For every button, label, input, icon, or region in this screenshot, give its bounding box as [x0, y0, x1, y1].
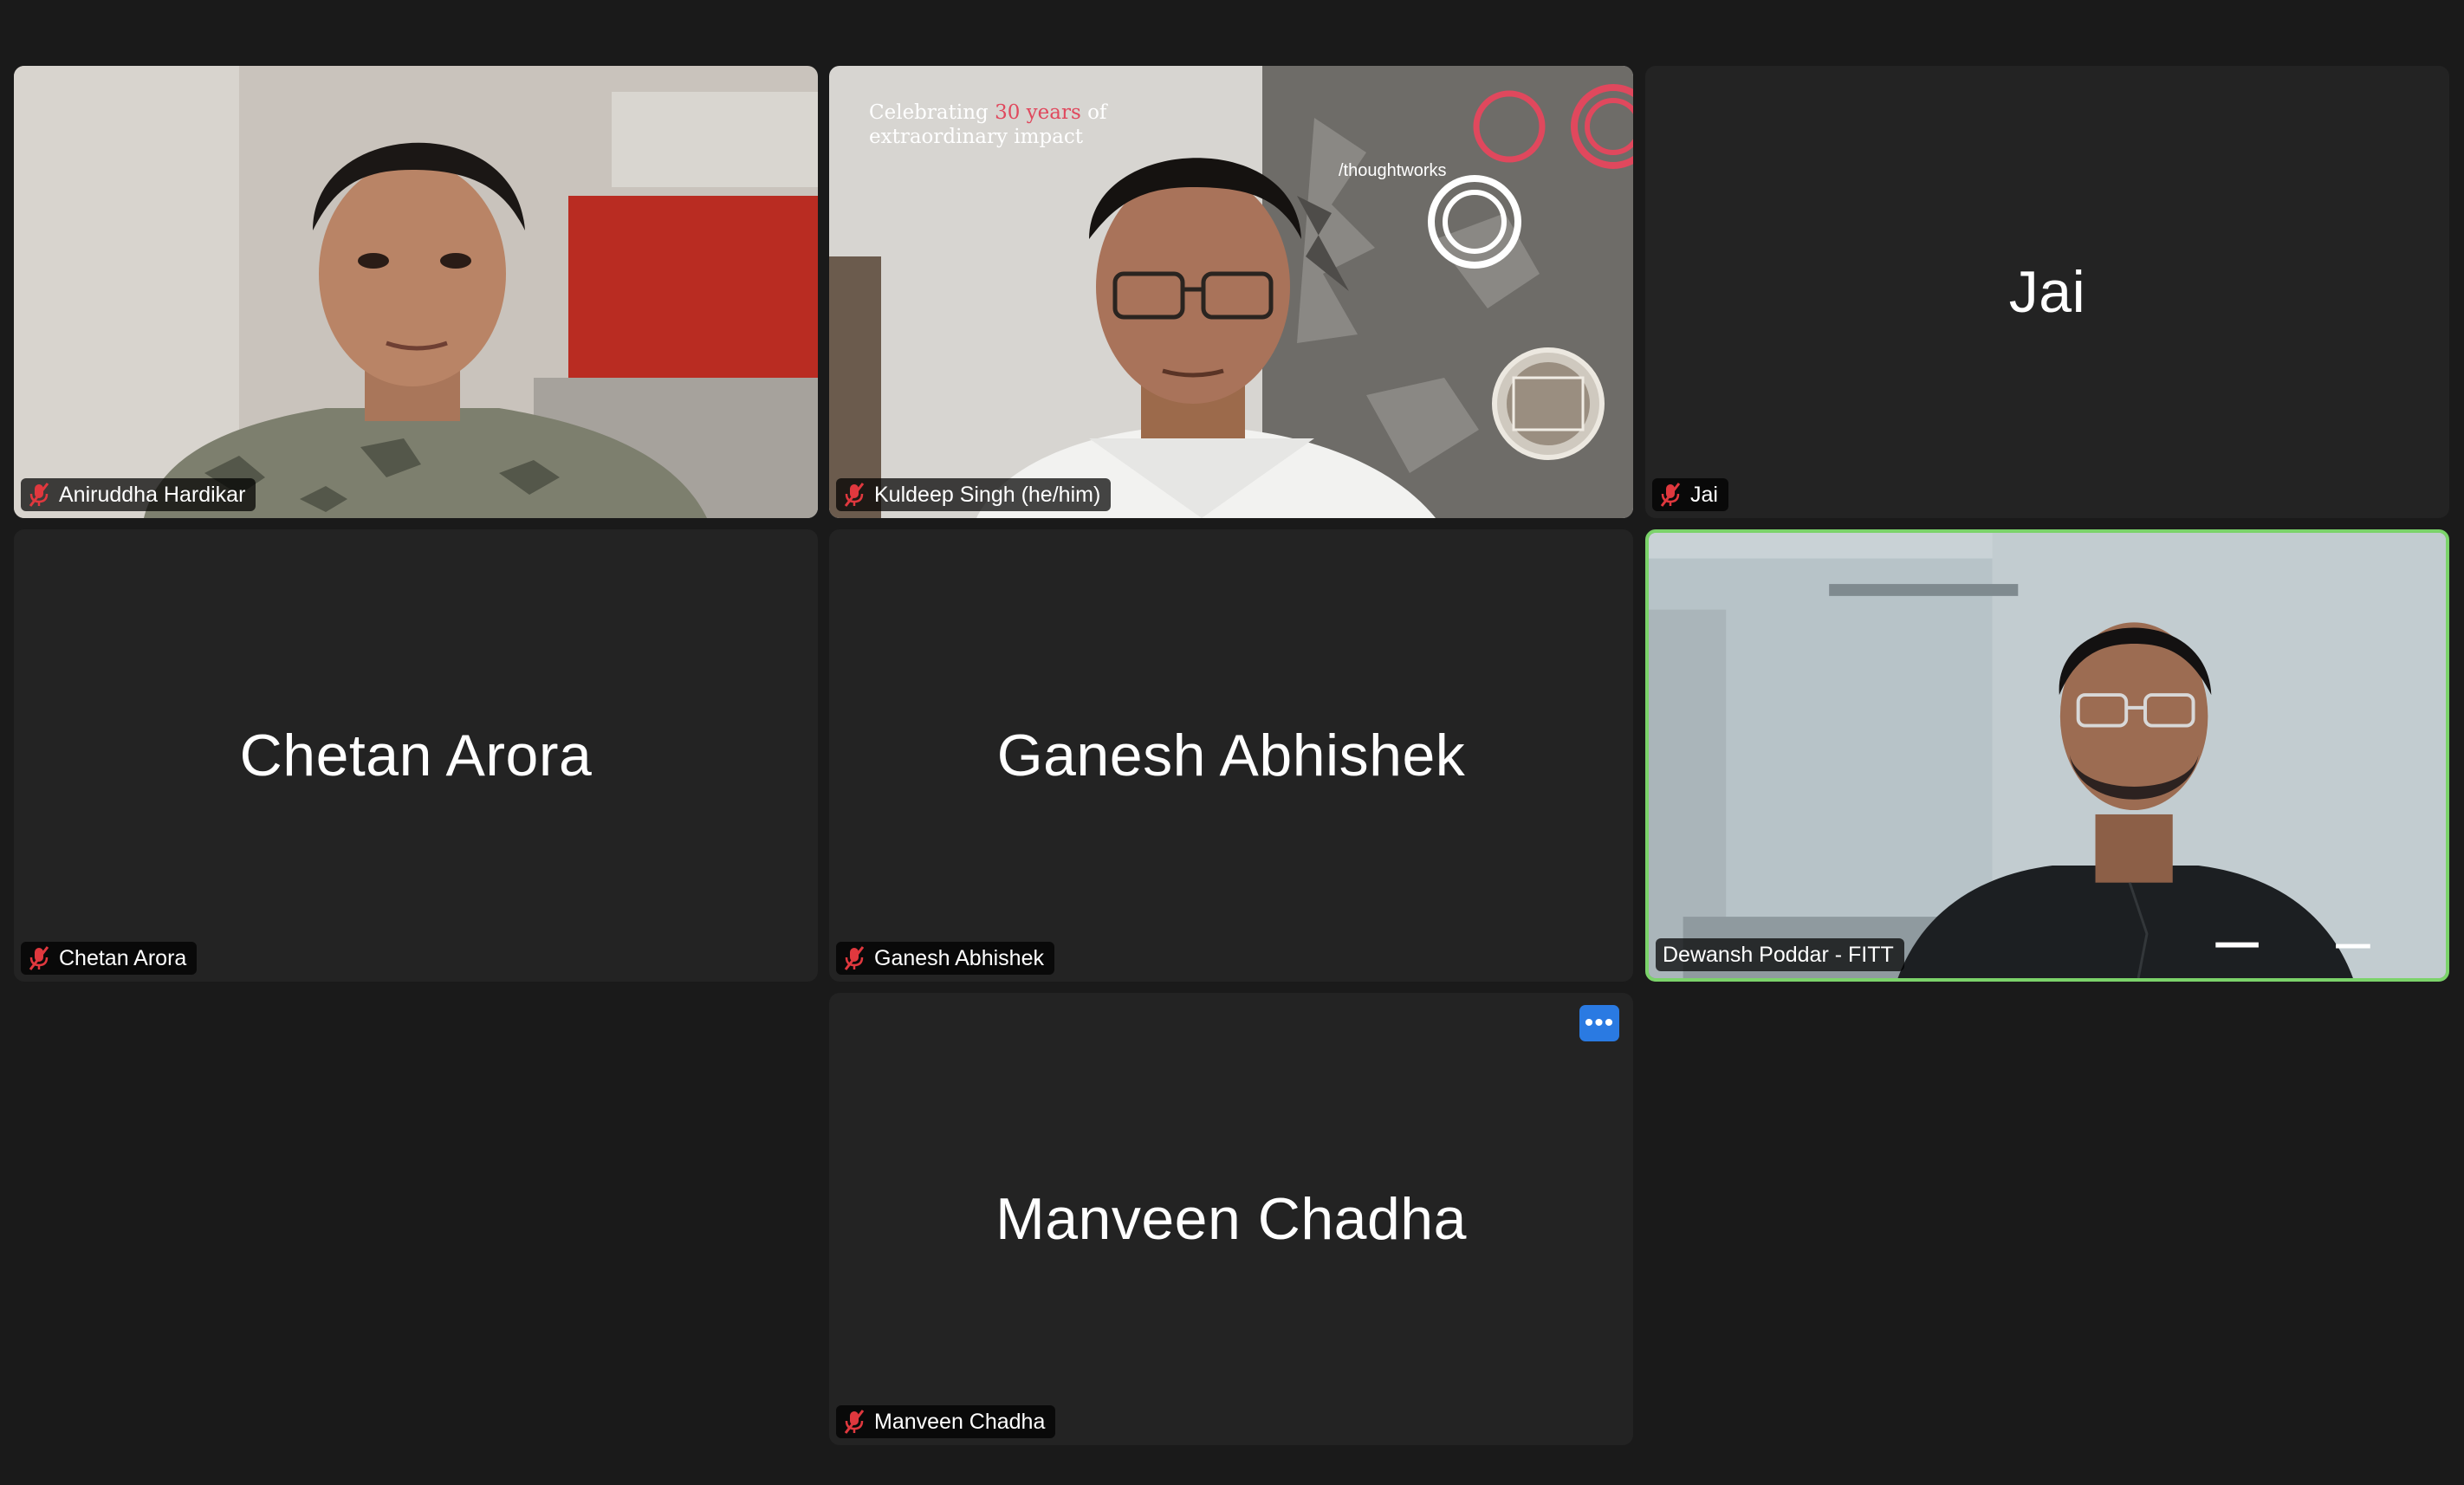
participant-tile-manveen[interactable]: ••• Manveen Chadha Manveen Chadha [829, 993, 1633, 1445]
participant-name-tag: Chetan Arora [21, 942, 198, 975]
participant-tile-ganesh[interactable]: Ganesh Abhishek Ganesh Abhishek [829, 529, 1633, 982]
participant-name: Manveen Chadha [874, 1409, 1046, 1434]
muted-mic-icon [844, 1410, 865, 1434]
muted-mic-icon [844, 946, 865, 970]
participant-tile-kuldeep[interactable]: Celebrating 30 years of extraordinary im… [829, 66, 1633, 518]
participant-video [14, 66, 818, 518]
participant-name-tag: Dewansh Poddar - FITT [1656, 938, 1904, 971]
participant-tile-dewansh[interactable]: Dewansh Poddar - FITT [1645, 529, 2449, 982]
participant-tile-jai[interactable]: Jai Jai [1645, 66, 2449, 518]
more-options-button[interactable]: ••• [1579, 1005, 1619, 1041]
participant-tile-chetan[interactable]: Chetan Arora Chetan Arora [14, 529, 818, 982]
muted-mic-icon [29, 946, 49, 970]
participant-name-tag: Kuldeep Singh (he/him) [836, 478, 1112, 511]
muted-mic-icon [29, 483, 49, 507]
participant-tile-aniruddha[interactable]: Aniruddha Hardikar [14, 66, 818, 518]
participant-name: Jai [1690, 482, 1718, 507]
top-bar [0, 0, 2464, 52]
muted-mic-icon [1660, 483, 1681, 507]
virtual-background-banner: Celebrating 30 years of extraordinary im… [869, 101, 1107, 148]
participant-display-name: Chetan Arora [239, 723, 593, 788]
participant-name: Chetan Arora [59, 945, 187, 970]
participant-video [1649, 533, 2446, 978]
participant-name: Kuldeep Singh (he/him) [874, 482, 1101, 507]
participant-display-name: Ganesh Abhishek [996, 723, 1466, 788]
muted-mic-icon [844, 483, 865, 507]
brand-logo: /thoughtworks [1339, 161, 1447, 180]
participant-name-tag: Aniruddha Hardikar [21, 478, 256, 511]
participant-name: Ganesh Abhishek [874, 945, 1044, 970]
participant-name-tag: Ganesh Abhishek [836, 942, 1054, 975]
participant-name: Aniruddha Hardikar [59, 482, 246, 507]
participant-name-tag: Jai [1652, 478, 1728, 511]
participant-display-name: Manveen Chadha [995, 1186, 1467, 1252]
participant-name-tag: Manveen Chadha [836, 1405, 1056, 1438]
participant-name: Dewansh Poddar - FITT [1663, 942, 1894, 967]
participant-display-name: Jai [2008, 259, 2086, 325]
